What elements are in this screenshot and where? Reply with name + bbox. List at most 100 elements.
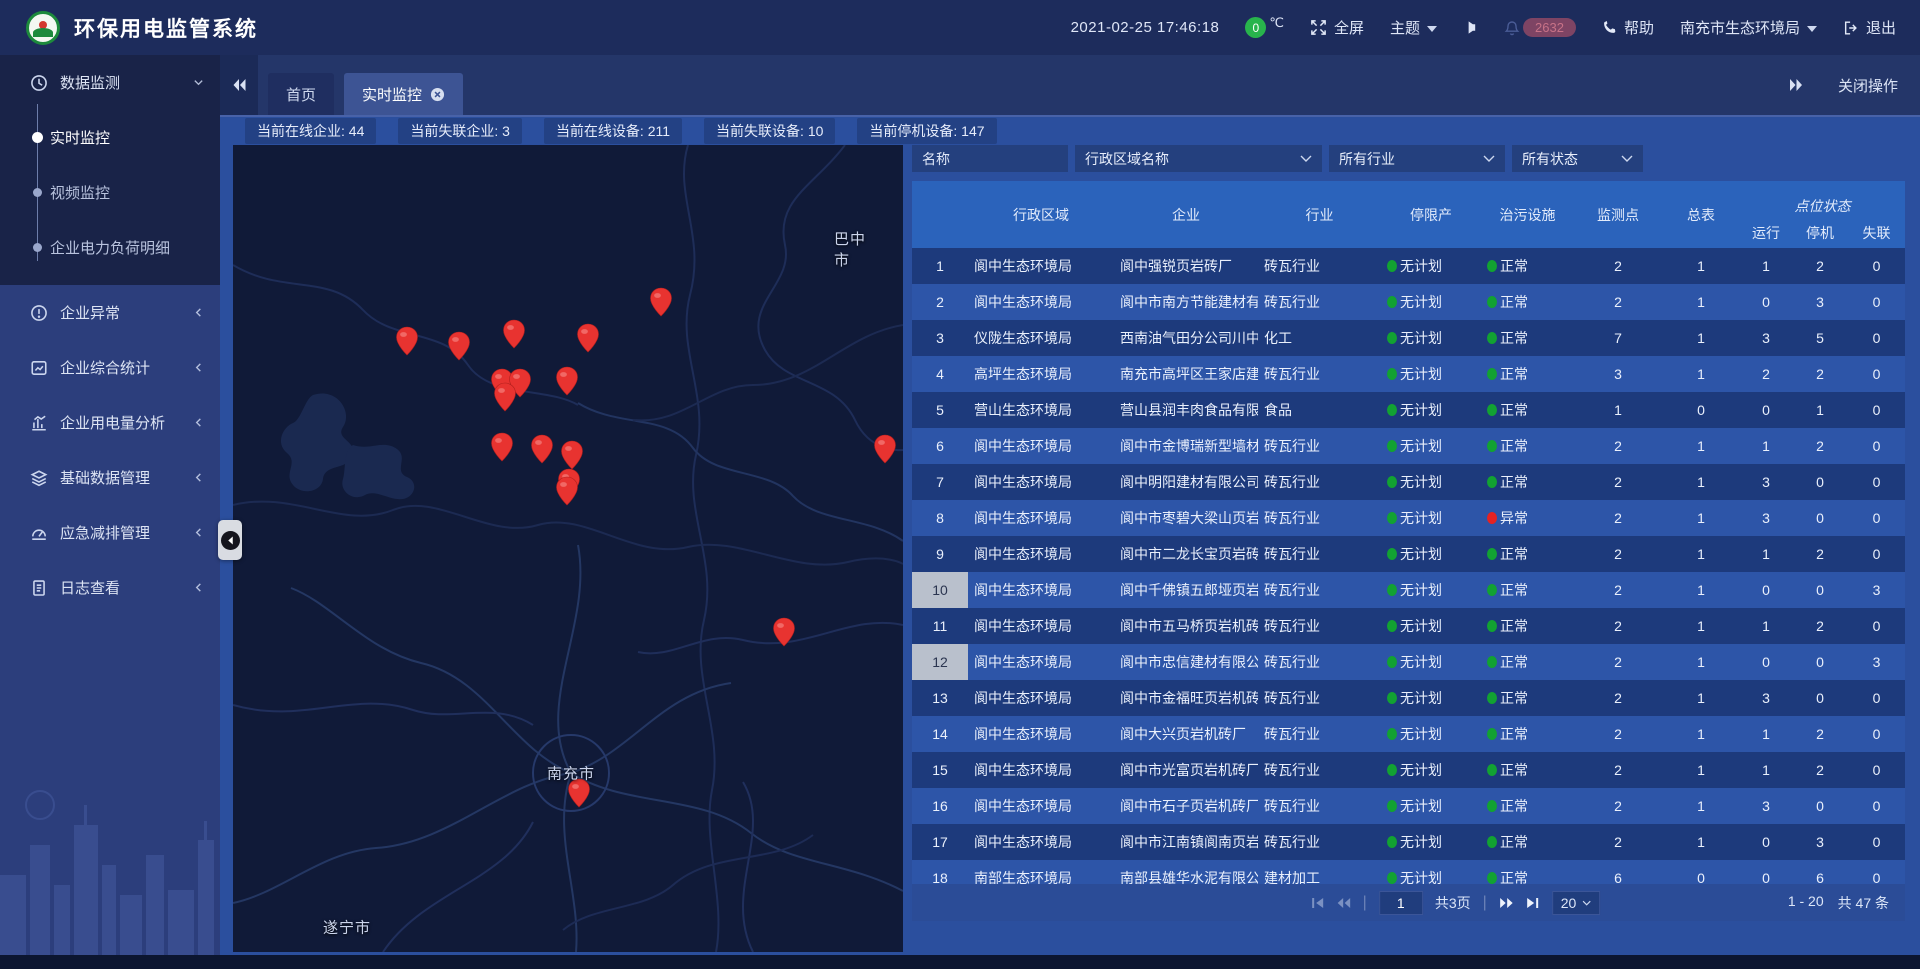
sound-toggle-button[interactable] bbox=[1463, 20, 1478, 35]
notifications[interactable]: 2632 bbox=[1504, 18, 1576, 37]
col-header-run: 运行 bbox=[1740, 218, 1792, 248]
table-row[interactable]: 18南部生态环境局南部县雄华水泥有限公建材加工无计划正常60060 bbox=[912, 860, 1905, 884]
table-row[interactable]: 7阆中生态环境局阆中明阳建材有限公司砖瓦行业无计划正常21300 bbox=[912, 464, 1905, 500]
sidebar-item-enterprise-anomaly[interactable]: 企业异常 bbox=[0, 285, 220, 340]
phone-icon bbox=[1602, 20, 1617, 35]
cell-facility-status: 正常 bbox=[1481, 580, 1574, 600]
temperature-value: 0 bbox=[1245, 17, 1266, 38]
page-size-select[interactable]: 20 bbox=[1552, 891, 1601, 915]
close-operations-button[interactable]: 关闭操作 bbox=[1838, 75, 1898, 96]
table-row[interactable]: 13阆中生态环境局阆中市金福旺页岩机砖砖瓦行业无计划正常21300 bbox=[912, 680, 1905, 716]
table-row[interactable]: 2阆中生态环境局阆中市南方节能建材有砖瓦行业无计划正常21030 bbox=[912, 284, 1905, 320]
sidebar-item-video-monitoring[interactable]: 视频监控 bbox=[0, 165, 220, 220]
table-body: 1阆中生态环境局阆中强锐页岩砖厂砖瓦行业无计划正常211202阆中生态环境局阆中… bbox=[912, 248, 1905, 884]
table-row[interactable]: 5营山生态环境局营山县润丰肉食品有限食品无计划正常10010 bbox=[912, 392, 1905, 428]
name-search-input[interactable] bbox=[912, 145, 1068, 172]
sidebar-item-emergency-reduction[interactable]: 应急减排管理 bbox=[0, 505, 220, 560]
logout-label: 退出 bbox=[1866, 17, 1896, 38]
cell-row-index: 15 bbox=[912, 752, 968, 788]
table-row[interactable]: 11阆中生态环境局阆中市五马桥页岩机砖砖瓦行业无计划正常21120 bbox=[912, 608, 1905, 644]
cell-row-index: 18 bbox=[912, 860, 968, 884]
cell-facility-status: 正常 bbox=[1481, 832, 1574, 852]
status-label: 正常 bbox=[1500, 328, 1528, 348]
summary-stats-bar: 当前在线企业: 44当前失联企业: 3当前在线设备: 211当前失联设备: 10… bbox=[220, 117, 1920, 145]
sidebar-submenu: 实时监控 视频监控 企业电力负荷明细 bbox=[0, 110, 220, 275]
next-page-button[interactable] bbox=[1499, 897, 1514, 909]
cell-meter-count: 1 bbox=[1662, 294, 1740, 310]
chevron-left-icon bbox=[193, 362, 204, 373]
map-canvas[interactable]: 巴中市南充市遂宁市 bbox=[233, 145, 903, 952]
sidebar-item-realtime-monitoring[interactable]: 实时监控 bbox=[0, 110, 220, 165]
table-row[interactable]: 1阆中生态环境局阆中强锐页岩砖厂砖瓦行业无计划正常21120 bbox=[912, 248, 1905, 284]
tabs-scroll-left-button[interactable] bbox=[220, 55, 258, 115]
cell-facility-status: 异常 bbox=[1481, 508, 1574, 528]
sidebar-item-label: 基础数据管理 bbox=[60, 467, 193, 488]
chevron-down-icon bbox=[1807, 26, 1817, 32]
sidebar-item-data-monitoring[interactable]: 数据监测 bbox=[0, 55, 220, 110]
cell-row-index: 6 bbox=[912, 428, 968, 464]
cell-facility-status: 正常 bbox=[1481, 724, 1574, 744]
table-row[interactable]: 17阆中生态环境局阆中市江南镇阆南页岩砖瓦行业无计划正常21030 bbox=[912, 824, 1905, 860]
cell-monitor-count: 2 bbox=[1574, 474, 1662, 490]
table-row[interactable]: 14阆中生态环境局阆中大兴页岩机砖厂砖瓦行业无计划正常21120 bbox=[912, 716, 1905, 752]
user-menu[interactable]: 南充市生态环境局 bbox=[1680, 17, 1817, 38]
region-select[interactable]: 行政区域名称 bbox=[1075, 145, 1322, 172]
table-row[interactable]: 8阆中生态环境局阆中市枣碧大梁山页岩砖瓦行业无计划异常21300 bbox=[912, 500, 1905, 536]
chevron-down-icon bbox=[193, 77, 204, 88]
sidebar-item-power-load-detail[interactable]: 企业电力负荷明细 bbox=[0, 220, 220, 275]
cell-meter-count: 1 bbox=[1662, 618, 1740, 634]
status-select[interactable]: 所有状态 bbox=[1512, 145, 1643, 172]
top-header: 环保用电监管系统 2021-02-25 17:46:18 0 ℃ 全屏 主题 2… bbox=[0, 0, 1920, 55]
table-row[interactable]: 16阆中生态环境局阆中市石子页岩机砖厂砖瓦行业无计划正常21300 bbox=[912, 788, 1905, 824]
table-row[interactable]: 6阆中生态环境局阆中市金博瑞新型墙材砖瓦行业无计划正常21120 bbox=[912, 428, 1905, 464]
sidebar-collapse-handle[interactable] bbox=[218, 520, 242, 560]
cell-monitor-count: 2 bbox=[1574, 834, 1662, 850]
tabs-scroll-right-button[interactable] bbox=[1788, 78, 1804, 92]
last-page-button[interactable] bbox=[1526, 897, 1540, 909]
page-number-input[interactable] bbox=[1379, 891, 1423, 915]
col-header-company: 企业 bbox=[1114, 181, 1258, 248]
cell-run-count: 2 bbox=[1740, 366, 1792, 382]
cell-region: 仪陇生态环境局 bbox=[968, 328, 1114, 348]
table-row[interactable]: 10阆中生态环境局阆中千佛镇五郎垭页岩砖瓦行业无计划正常21003 bbox=[912, 572, 1905, 608]
cell-region: 南部生态环境局 bbox=[968, 868, 1114, 884]
user-org-label: 南充市生态环境局 bbox=[1680, 17, 1800, 38]
stat-chip: 当前失联企业: 3 bbox=[398, 118, 522, 144]
sidebar-item-enterprise-statistics[interactable]: 企业综合统计 bbox=[0, 340, 220, 395]
logout-button[interactable]: 退出 bbox=[1843, 17, 1896, 38]
table-row[interactable]: 4高坪生态环境局南充市高坪区王家店建砖瓦行业无计划正常31220 bbox=[912, 356, 1905, 392]
sidebar-item-log-view[interactable]: 日志查看 bbox=[0, 560, 220, 615]
industry-select[interactable]: 所有行业 bbox=[1329, 145, 1505, 172]
first-page-button[interactable] bbox=[1310, 897, 1324, 909]
cell-company: 阆中市南方节能建材有 bbox=[1114, 292, 1258, 312]
cell-lost-count: 3 bbox=[1848, 582, 1905, 598]
sidebar-item-base-data-management[interactable]: 基础数据管理 bbox=[0, 450, 220, 505]
tab-realtime-monitoring[interactable]: 实时监控 bbox=[344, 73, 463, 115]
cell-industry: 砖瓦行业 bbox=[1258, 436, 1381, 456]
col-header-limit: 停限产 bbox=[1381, 181, 1481, 248]
help-button[interactable]: 帮助 bbox=[1602, 17, 1654, 38]
pager-divider: | bbox=[1483, 894, 1487, 912]
cell-company: 阆中市忠信建材有限公 bbox=[1114, 652, 1258, 672]
status-label: 正常 bbox=[1500, 724, 1528, 744]
fullscreen-button[interactable]: 全屏 bbox=[1310, 17, 1364, 38]
table-row[interactable]: 15阆中生态环境局阆中市光富页岩机砖厂砖瓦行业无计划正常21120 bbox=[912, 752, 1905, 788]
status-dot-icon bbox=[1387, 476, 1397, 488]
cell-industry: 砖瓦行业 bbox=[1258, 652, 1381, 672]
theme-dropdown[interactable]: 主题 bbox=[1390, 17, 1437, 38]
col-header-meter: 总表 bbox=[1662, 181, 1740, 248]
table-row[interactable]: 3仪陇生态环境局西南油气田分公司川中化工无计划正常71350 bbox=[912, 320, 1905, 356]
cell-region: 阆中生态环境局 bbox=[968, 472, 1114, 492]
cell-stop-count: 0 bbox=[1792, 654, 1848, 670]
table-row[interactable]: 9阆中生态环境局阆中市二龙长宝页岩砖砖瓦行业无计划正常21120 bbox=[912, 536, 1905, 572]
table-row[interactable]: 12阆中生态环境局阆中市忠信建材有限公砖瓦行业无计划正常21003 bbox=[912, 644, 1905, 680]
cell-lost-count: 3 bbox=[1848, 654, 1905, 670]
tab-strip-right: 关闭操作 bbox=[1788, 55, 1920, 115]
previous-page-button[interactable] bbox=[1336, 897, 1351, 909]
sidebar-item-power-analysis[interactable]: 企业用电量分析 bbox=[0, 395, 220, 450]
cell-stop-count: 2 bbox=[1792, 366, 1848, 382]
close-tab-icon[interactable] bbox=[430, 87, 445, 102]
tab-home[interactable]: 首页 bbox=[268, 73, 334, 115]
cell-facility-status: 正常 bbox=[1481, 292, 1574, 312]
cell-lost-count: 0 bbox=[1848, 258, 1905, 274]
